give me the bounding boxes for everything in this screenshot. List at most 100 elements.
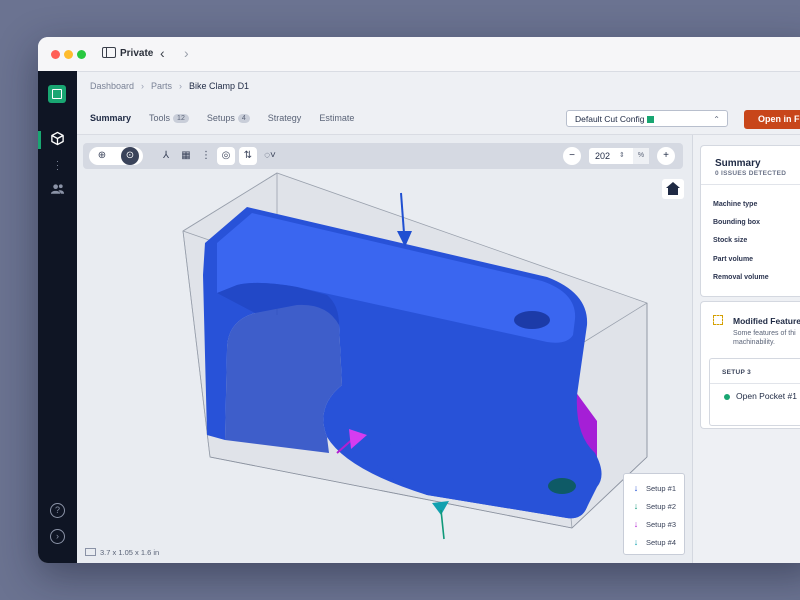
rotate-icon[interactable]: ◌˅	[259, 147, 281, 165]
count-badge: 4	[237, 114, 250, 123]
app-logo-icon[interactable]	[48, 85, 66, 103]
tab-setups[interactable]: Setups 4	[207, 113, 250, 133]
tab-estimate[interactable]: Estimate	[319, 113, 354, 133]
view-mode-group: ⊕ ⊙	[89, 147, 143, 165]
expand-rail-icon[interactable]: ›	[50, 529, 65, 544]
pointer-icon[interactable]: ⇅	[239, 147, 257, 165]
window-title: Private	[120, 48, 154, 59]
bolt-hole-lower	[548, 478, 576, 494]
bolt-hole-top	[514, 311, 550, 329]
help-icon[interactable]: ?	[50, 503, 65, 518]
prop-bounding-box: Bounding box	[713, 219, 761, 226]
app-window: Private ‹ › · · · ? › Dashboard › Parts › Bike…	[38, 37, 800, 563]
legend-label: Setup #2	[646, 502, 677, 511]
bounding-dimensions: 3.7 x 1.05 x 1.6 in	[85, 548, 159, 557]
title-bar: Private ‹ ›	[38, 37, 800, 72]
back-button[interactable]: ‹	[160, 45, 165, 61]
description-line: Some features of thi	[733, 330, 796, 337]
tab-label: Summary	[90, 113, 132, 123]
legend-item: ↓ Setup #1	[632, 482, 676, 494]
legend-label: Setup #3	[646, 520, 677, 529]
modified-features-title: Modified Feature	[733, 316, 800, 326]
prop-stock-size: Stock size	[713, 237, 748, 244]
close-window-button[interactable]	[51, 50, 60, 59]
tab-summary[interactable]: Summary	[87, 113, 134, 139]
breadcrumb-separator: ›	[179, 81, 183, 91]
cut-config-select[interactable]: Default Cut Config ⌃	[566, 110, 728, 127]
summary-card: Summary 0 ISSUES DETECTED Machine type B…	[700, 145, 800, 297]
setup-group: SETUP 3 Open Pocket #1	[709, 358, 800, 426]
status-dot-icon	[724, 394, 730, 400]
down-arrow-icon: ↓	[633, 483, 639, 493]
sidebar-toggle-icon[interactable]	[102, 47, 116, 58]
zoom-input[interactable]: 202 ⇕ %	[589, 148, 649, 164]
select-caret-icon: ⌃	[713, 115, 720, 124]
prop-removal-volume: Removal volume	[713, 274, 769, 281]
grid-icon[interactable]: ▦	[177, 147, 195, 165]
tab-label: Setups	[206, 113, 235, 123]
minimize-window-button[interactable]	[64, 50, 73, 59]
cut-config-value: Default Cut Config	[575, 114, 645, 124]
zoom-unit: %	[633, 148, 649, 164]
description-line: machinability.	[733, 339, 775, 346]
zoom-out-symbol: −	[569, 150, 575, 161]
breadcrumb-dashboard[interactable]: Dashboard	[90, 81, 134, 91]
fit-view-icon[interactable]: ⊙	[121, 147, 139, 165]
down-arrow-icon: ↓	[633, 537, 639, 547]
viewport-toolbar: ⊕ ⊙ ⅄ ▦ ⋮ ◎ ⇅ ◌˅ − 202 ⇕ % +	[83, 143, 683, 169]
tab-bar: Summary Tools 12 Setups 4 Strategy Estimat…	[87, 113, 372, 139]
zoom-out-icon[interactable]: −	[563, 147, 581, 165]
parts-cube-icon[interactable]	[50, 131, 65, 146]
breadcrumb-parts[interactable]: Parts	[151, 81, 172, 91]
maximize-window-button[interactable]	[77, 50, 86, 59]
zoom-value: 202	[595, 151, 611, 161]
prop-part-volume: Part volume	[713, 256, 754, 263]
prop-machine-type: Machine type	[713, 201, 758, 208]
legend-label: Setup #1	[646, 484, 677, 493]
tab-label: Tools	[149, 113, 171, 123]
forward-button[interactable]: ›	[184, 45, 189, 61]
team-icon[interactable]	[50, 183, 65, 195]
more-icon[interactable]: ⋮	[197, 147, 215, 165]
down-arrow-icon: ↓	[633, 519, 639, 529]
operation-item[interactable]: Open Pocket #1	[736, 391, 797, 401]
feature-warning-icon	[713, 315, 723, 325]
zoom-in-icon[interactable]: +	[657, 147, 675, 165]
panel-divider[interactable]	[692, 135, 693, 563]
rail-active-indicator	[38, 131, 41, 149]
open-in-fusion-button[interactable]: Open in Fu	[744, 110, 800, 129]
setup-legend: ↓ Setup #1 ↓ Setup #2 ↓ Setup #3 ↓ Setup #4	[623, 473, 685, 555]
legend-item: ↓ Setup #3	[632, 518, 676, 530]
tab-tools[interactable]: Tools 12	[149, 113, 189, 133]
zoom-region-icon[interactable]: ⊕	[93, 147, 111, 165]
left-rail: · · · ? ›	[38, 71, 77, 563]
divider	[701, 184, 800, 185]
zoom-in-symbol: +	[663, 150, 669, 161]
setup4-arrow	[432, 501, 449, 540]
breadcrumb: Dashboard › Parts › Bike Clamp D1	[90, 81, 249, 91]
legend-item: ↓ Setup #2	[632, 500, 676, 512]
breadcrumb-current: Bike Clamp D1	[189, 81, 250, 91]
modified-features-description: Some features of thi machinability.	[733, 329, 796, 347]
3d-viewport[interactable]: ⊕ ⊙ ⅄ ▦ ⋮ ◎ ⇅ ◌˅ − 202 ⇕ % + ↓ Setup #1 ↓…	[77, 135, 692, 563]
config-status-icon	[647, 116, 655, 123]
legend-label: Setup #4	[646, 538, 677, 547]
target-icon[interactable]: ◎	[217, 147, 235, 165]
tab-label: Strategy	[267, 113, 302, 123]
home-view-icon[interactable]	[662, 179, 684, 199]
modified-features-card[interactable]: Modified Feature Some features of thi mac…	[700, 301, 800, 429]
summary-title: Summary	[715, 158, 761, 169]
zoom-stepper-icon[interactable]: ⇕	[619, 148, 625, 164]
setup-label: SETUP 3	[722, 369, 752, 376]
down-arrow-icon: ↓	[633, 501, 639, 511]
ruler-icon	[85, 548, 96, 556]
rail-more-icon[interactable]: · · ·	[56, 157, 59, 174]
tab-strategy[interactable]: Strategy	[268, 113, 302, 133]
legend-item: ↓ Setup #4	[632, 536, 676, 548]
count-badge: 12	[173, 114, 189, 123]
tab-label: Estimate	[319, 113, 355, 123]
part-model[interactable]	[77, 135, 692, 563]
axis-icon[interactable]: ⅄	[157, 147, 175, 165]
issues-status: 0 ISSUES DETECTED	[715, 170, 787, 177]
breadcrumb-separator: ›	[141, 81, 145, 91]
